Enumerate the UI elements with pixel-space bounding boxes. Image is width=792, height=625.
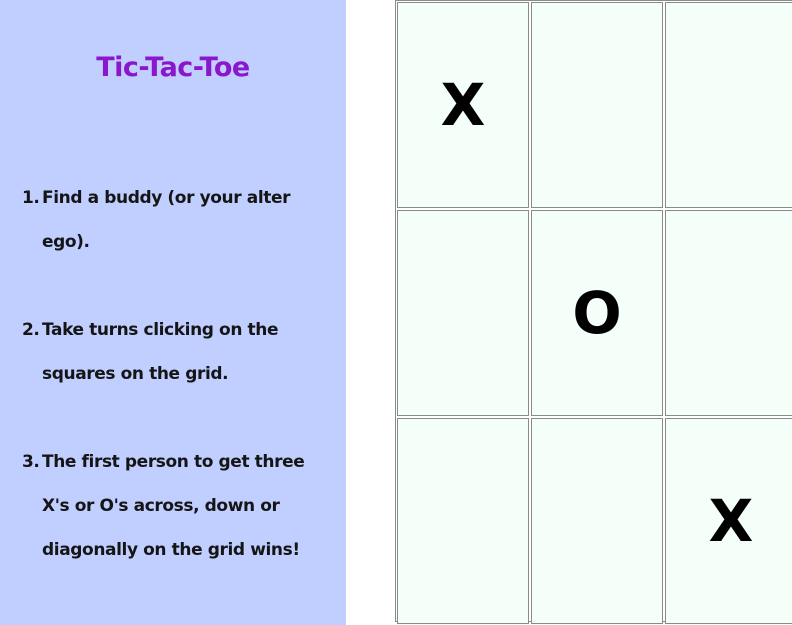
instruction-number: 3.	[22, 452, 40, 472]
instruction-text: Take turns clicking on the squares on th…	[42, 320, 279, 384]
cell-mark: O	[572, 279, 622, 347]
game-board: X O X	[395, 0, 792, 624]
board-cell-6[interactable]	[665, 210, 792, 416]
instruction-text: Find a buddy (or your alter ego).	[42, 188, 291, 252]
instruction-number: 2.	[22, 320, 40, 340]
board-cell-1[interactable]: X	[397, 2, 529, 208]
board-cell-4[interactable]	[397, 210, 529, 416]
instruction-item: 1. Find a buddy (or your alter ego).	[0, 176, 346, 264]
instructions-list: 1. Find a buddy (or your alter ego). 2. …	[0, 176, 346, 616]
board-cell-3[interactable]	[665, 2, 792, 208]
board-cell-8[interactable]	[531, 418, 663, 624]
board-cell-7[interactable]	[397, 418, 529, 624]
instructions-panel: Tic-Tac-Toe 1. Find a buddy (or your alt…	[0, 0, 346, 625]
instruction-item: 3. The first person to get three X's or …	[0, 440, 346, 572]
cell-mark: X	[708, 487, 754, 555]
board-cell-5[interactable]: O	[531, 210, 663, 416]
instruction-text: The first person to get three X's or O's…	[42, 452, 305, 560]
instruction-item: 2. Take turns clicking on the squares on…	[0, 308, 346, 396]
cell-mark: X	[440, 71, 486, 139]
page-title: Tic-Tac-Toe	[96, 52, 250, 83]
board-cell-9[interactable]: X	[665, 418, 792, 624]
board-cell-2[interactable]	[531, 2, 663, 208]
instruction-number: 1.	[22, 188, 40, 208]
